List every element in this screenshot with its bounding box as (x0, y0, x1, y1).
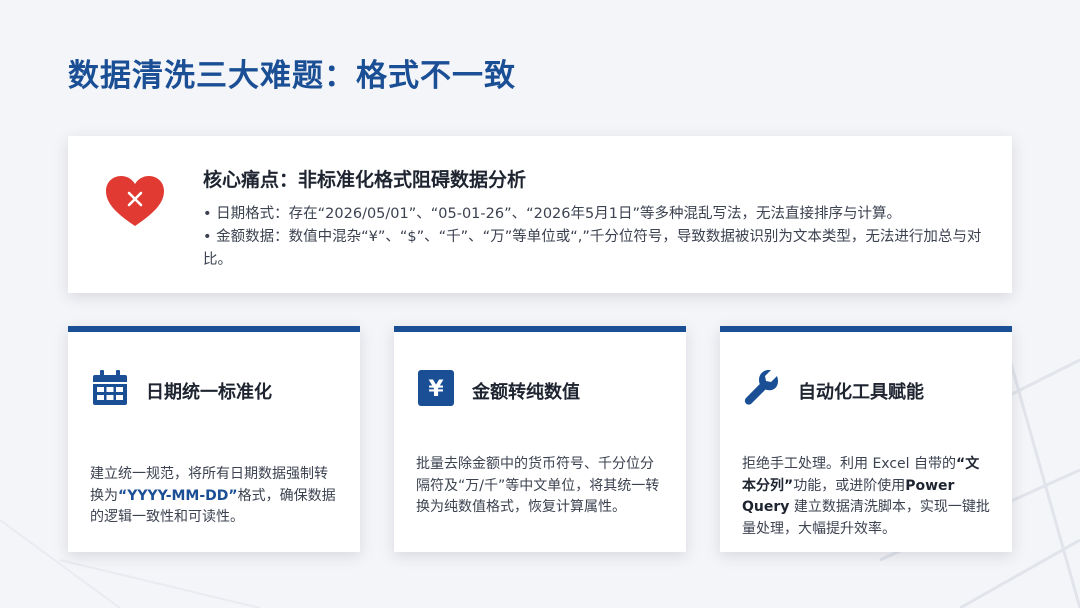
pain-point-list: • 日期格式：存在“2026/05/01”、“05-01-26”、“2026年5… (203, 203, 983, 272)
card-date-standardization: 日期统一标准化 建立统一规范，将所有日期数据强制转换为“YYYY-MM-DD”格… (68, 326, 360, 552)
card-title: 日期统一标准化 (146, 382, 272, 403)
date-format-highlight: “YYYY-MM-DD” (118, 487, 238, 504)
pain-point-title: 核心痛点：非标准化格式阻碍数据分析 (203, 169, 527, 191)
pain-point-bullet-date: • 日期格式：存在“2026/05/01”、“05-01-26”、“2026年5… (203, 206, 901, 222)
page-title: 数据清洗三大难题：格式不一致 (68, 58, 516, 94)
wrench-icon (744, 370, 779, 405)
card-title: 金额转纯数值 (472, 382, 580, 403)
calendar-icon (93, 370, 127, 405)
card-amount-conversion: ¥ 金额转纯数值 批量去除金额中的货币符号、千分位分隔符及“万/千”等中文单位，… (394, 326, 686, 552)
pain-point-card: 核心痛点：非标准化格式阻碍数据分析 • 日期格式：存在“2026/05/01”、… (68, 136, 1012, 293)
broken-heart-icon (106, 176, 164, 226)
pain-point-bullet-amount: • 金额数据：数值中混杂“¥”、“$”、“千”、“万”等单位或“,”千分位符号，… (203, 229, 982, 268)
card-description: 建立统一规范，将所有日期数据强制转换为“YYYY-MM-DD”格式，确保数据的逻… (90, 466, 336, 525)
svg-text:¥: ¥ (428, 377, 444, 402)
card-description: 批量去除金额中的货币符号、千分位分隔符及“万/千”等中文单位，将其统一转换为纯数… (416, 456, 660, 515)
yen-icon: ¥ (418, 370, 454, 406)
card-description: 拒绝手工处理。利用 Excel 自带的“文本分列”功能，或进阶使用Power Q… (742, 456, 990, 537)
card-automation-tools: 自动化工具赋能 拒绝手工处理。利用 Excel 自带的“文本分列”功能，或进阶使… (720, 326, 1012, 552)
card-title: 自动化工具赋能 (798, 382, 924, 403)
